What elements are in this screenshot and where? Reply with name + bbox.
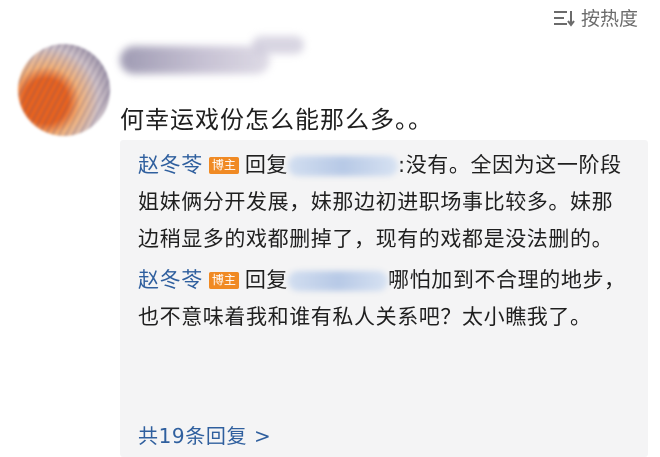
comment-text: 何幸运戏份怎么能那么多。。 (120, 106, 433, 134)
reply-item: 赵冬苓 博主 回复 哪怕加到不合理的地步，也不意味着我和谁有私人关系吧？太小瞧我了。 (120, 258, 648, 336)
reply-item: 赵冬苓 博主 回复:没有。全因为这一阶段姐妹俩分开发展，妹那边初进职场事比较多。妹那… (120, 140, 648, 258)
blogger-badge: 博主 (208, 272, 239, 289)
blogger-badge: 博主 (208, 157, 239, 174)
redacted-username-extra (252, 36, 304, 54)
redacted-reply-target (288, 156, 399, 176)
reply-text-start: 哪怕加到不合理的 (388, 268, 561, 292)
reply-thread: 赵冬苓 博主 回复:没有。全因为这一阶段姐妹俩分开发展，妹那边初进职场事比较多。妹那… (120, 140, 648, 457)
reply-author-link[interactable]: 赵冬苓 (138, 153, 203, 177)
reply-text-start: :没有。全因为这 (398, 153, 557, 177)
sort-lines-icon (553, 9, 575, 27)
reply-author-link[interactable]: 赵冬苓 (138, 268, 203, 292)
sort-by-hot-label: 按热度 (580, 8, 638, 30)
more-replies-link[interactable]: 共19条回复 > (138, 420, 271, 449)
sort-by-hot-button[interactable]: 按热度 (553, 4, 638, 31)
redacted-reply-target (288, 271, 389, 291)
reply-word: 回复 (244, 153, 289, 177)
reply-word: 回复 (244, 268, 289, 292)
redacted-username (120, 46, 270, 74)
avatar[interactable] (18, 44, 110, 136)
